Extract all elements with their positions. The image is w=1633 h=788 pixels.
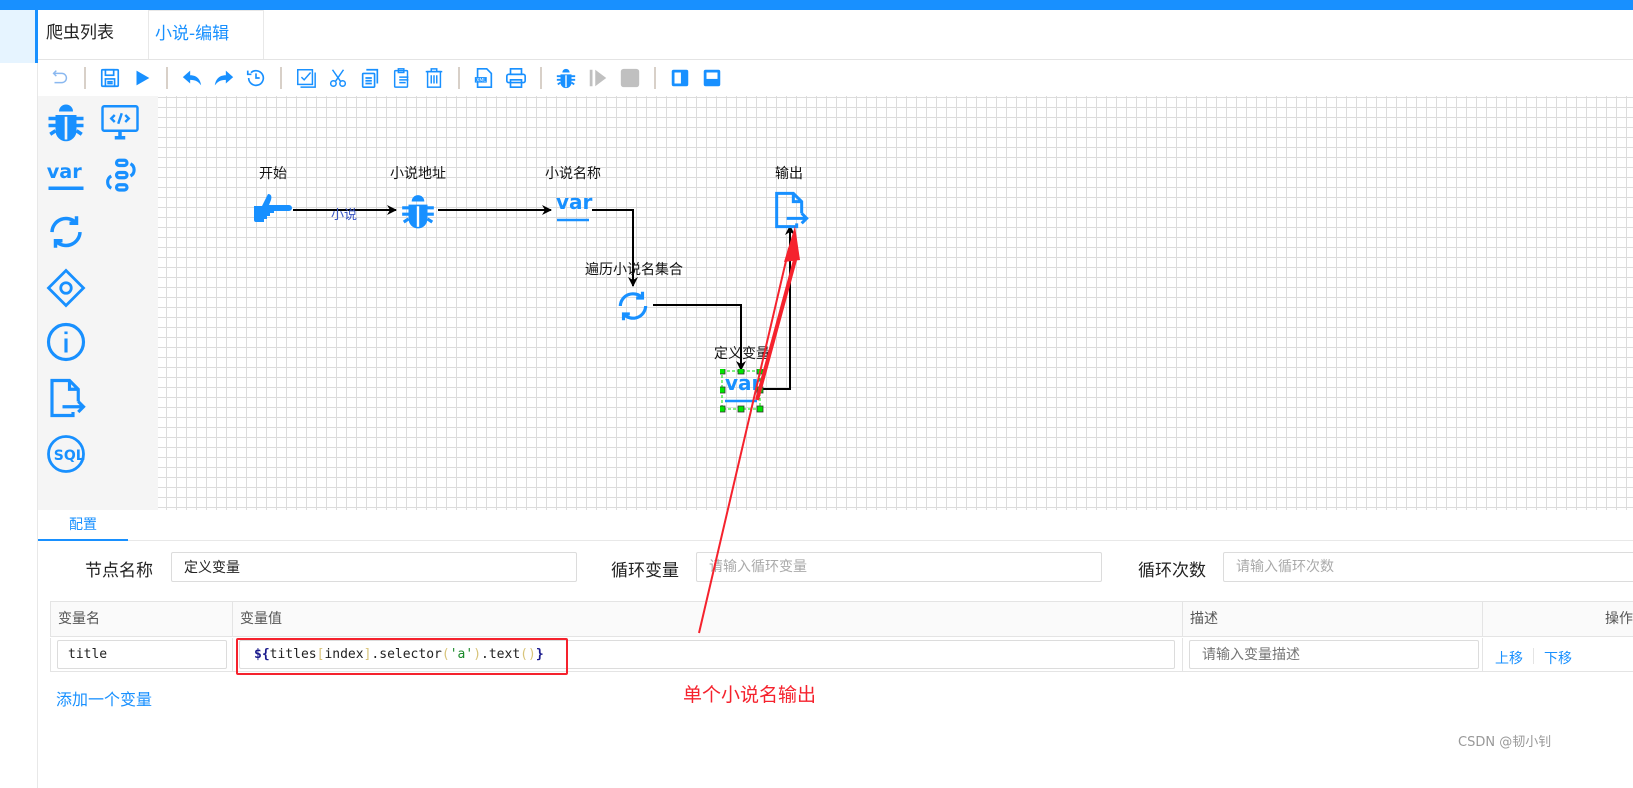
node-label-loop: 遍历小说名集合 xyxy=(585,262,683,278)
node-name-label: 节点名称 xyxy=(85,561,153,581)
svg-text:var: var xyxy=(556,190,593,214)
variables-table: 变量名 变量值 描述 操作 title ${titles[index].sele… xyxy=(50,601,1633,672)
loop-node-icon[interactable] xyxy=(44,210,88,254)
toolbar-separator xyxy=(280,67,282,89)
top-accent-bar xyxy=(0,0,1633,10)
col-var-name: 变量名 xyxy=(50,602,232,637)
run-icon[interactable] xyxy=(129,65,155,91)
annotation-text: 单个小说名输出 xyxy=(683,684,817,706)
svg-text:var: var xyxy=(47,160,83,183)
toggle-bottom-panel-icon[interactable] xyxy=(699,65,725,91)
undo-icon[interactable] xyxy=(47,65,73,91)
node-label-url: 小说地址 xyxy=(390,166,446,182)
tab-spider-list[interactable]: 爬虫列表 xyxy=(38,10,148,60)
node-form: 节点名称 循环变量 循环次数 xyxy=(38,552,1633,584)
sql-node-icon[interactable]: SQL xyxy=(44,432,88,476)
node-label-defvar: 定义变量 xyxy=(714,346,770,362)
stop-icon[interactable] xyxy=(617,65,643,91)
delete-icon[interactable] xyxy=(421,65,447,91)
table-header: 变量名 变量值 描述 操作 xyxy=(50,602,1633,637)
var-name-input[interactable]: title xyxy=(57,640,227,669)
script-node-icon[interactable] xyxy=(98,100,142,144)
cell-actions: 上移 下移 xyxy=(1482,638,1633,672)
toolbar-separator xyxy=(84,67,86,89)
cell-var-name: title xyxy=(50,638,232,672)
export-xml-icon[interactable]: XML xyxy=(471,65,497,91)
node-label-output: 输出 xyxy=(775,166,803,182)
toolbar-separator xyxy=(654,67,656,89)
debug-icon[interactable] xyxy=(553,65,579,91)
cut-icon[interactable] xyxy=(325,65,351,91)
svg-text:SQL: SQL xyxy=(54,448,85,464)
col-actions: 操作 xyxy=(1482,602,1633,637)
toolbar: XML xyxy=(38,60,1633,96)
selected-variable-node[interactable]: var xyxy=(720,369,764,413)
cell-description xyxy=(1182,638,1482,672)
flow-canvas[interactable]: 开始 小说 小说地址 小说名称 var 遍历小说名集合 定义变量 var 输出 xyxy=(158,96,1633,510)
loop-var-label: 循环变量 xyxy=(611,561,679,581)
loop-count-input[interactable] xyxy=(1223,552,1633,582)
toolbar-separator xyxy=(458,67,460,89)
loop-var-input[interactable] xyxy=(696,552,1102,582)
edge-label: 小说 xyxy=(331,208,358,223)
node-palette: var SQL xyxy=(38,96,158,510)
loop-count-label: 循环次数 xyxy=(1138,561,1206,581)
tab-novel-edit[interactable]: 小说-编辑 xyxy=(148,10,264,60)
tab-config[interactable]: 配置 xyxy=(38,510,128,541)
toolbar-separator xyxy=(540,67,542,89)
output-node-icon[interactable] xyxy=(770,190,810,234)
process-node-icon[interactable] xyxy=(98,154,142,198)
edge-defvar-output xyxy=(762,225,795,390)
condition-node-icon[interactable] xyxy=(44,266,88,310)
flow-edges xyxy=(293,205,795,390)
toolbar-separator xyxy=(166,67,168,89)
move-down-link[interactable]: 下移 xyxy=(1544,648,1572,668)
variable-node-icon[interactable]: var xyxy=(554,190,594,230)
config-tabs: 配置 xyxy=(38,510,1633,541)
print-icon[interactable] xyxy=(503,65,529,91)
annotation-highlight-box xyxy=(236,638,568,675)
back-icon[interactable] xyxy=(179,65,205,91)
forward-icon[interactable] xyxy=(211,65,237,91)
svg-text:XML: XML xyxy=(476,78,486,84)
loop-node-icon[interactable] xyxy=(614,287,652,329)
save-icon[interactable] xyxy=(97,65,123,91)
spider-node-icon[interactable] xyxy=(398,192,438,234)
start-node-icon[interactable] xyxy=(252,192,294,232)
svg-text:var: var xyxy=(725,371,762,395)
output-node-icon[interactable] xyxy=(44,376,88,420)
spider-node-icon[interactable] xyxy=(44,100,88,144)
variable-node-icon[interactable]: var xyxy=(44,154,88,198)
watermark: CSDN @韧小钊 xyxy=(1458,735,1552,750)
node-label-start: 开始 xyxy=(259,166,287,182)
history-icon[interactable] xyxy=(243,65,269,91)
add-variable-link[interactable]: 添加一个变量 xyxy=(56,686,152,710)
paste-icon[interactable] xyxy=(389,65,415,91)
left-nav-selected[interactable] xyxy=(0,10,37,63)
resume-icon[interactable] xyxy=(585,65,611,91)
col-var-value: 变量值 xyxy=(232,602,1182,637)
info-node-icon[interactable] xyxy=(44,320,88,364)
node-label-names: 小说名称 xyxy=(545,166,601,182)
node-name-input[interactable] xyxy=(171,552,577,582)
var-description-input[interactable] xyxy=(1189,640,1479,669)
move-up-link[interactable]: 上移 xyxy=(1495,648,1523,668)
col-description: 描述 xyxy=(1182,602,1482,637)
copy-icon[interactable] xyxy=(357,65,383,91)
select-all-icon[interactable] xyxy=(293,65,319,91)
action-divider xyxy=(1533,648,1534,664)
editor-tabs: 爬虫列表 小说-编辑 xyxy=(38,10,264,60)
toggle-left-panel-icon[interactable] xyxy=(667,65,693,91)
